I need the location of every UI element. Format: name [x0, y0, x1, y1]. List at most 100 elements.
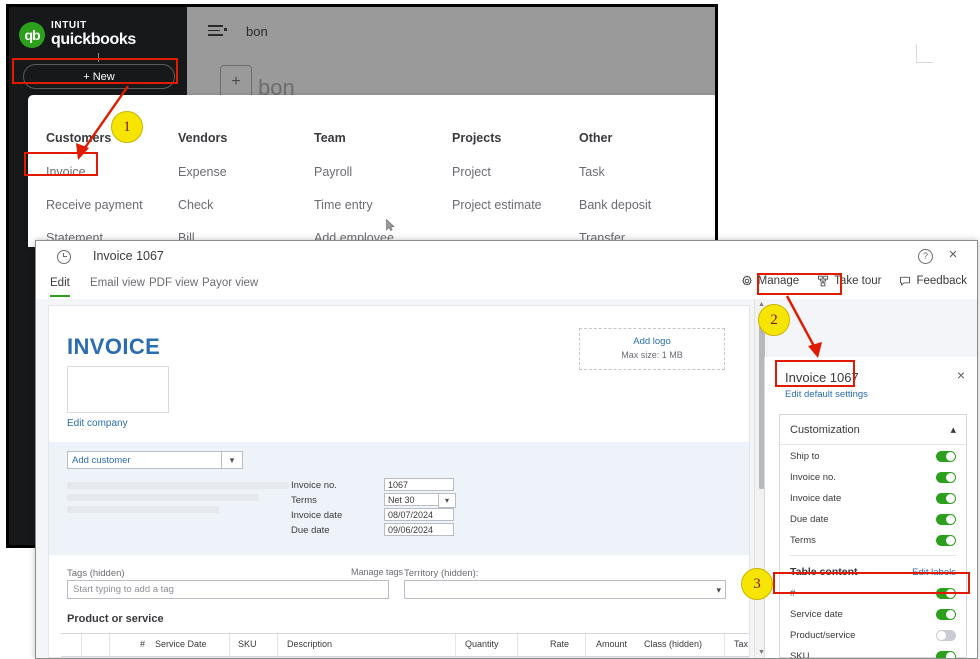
- new-menu-item-task[interactable]: Task: [579, 165, 651, 179]
- step-badge-3: 3: [741, 568, 773, 600]
- row-label: SKU: [790, 651, 810, 659]
- new-menu-item-project[interactable]: Project: [452, 165, 542, 179]
- new-button[interactable]: + New: [23, 64, 175, 89]
- number-column-toggle[interactable]: [936, 588, 956, 599]
- chevron-down-icon[interactable]: ▾: [716, 585, 721, 596]
- close-icon[interactable]: ×: [945, 247, 961, 263]
- invoice-body: INVOICE Edit company Add logo Max size: …: [36, 299, 977, 658]
- step-badge-1: 1: [111, 111, 143, 143]
- row-label: Terms: [790, 535, 816, 546]
- add-logo-dropzone[interactable]: Add logo Max size: 1 MB: [579, 328, 725, 370]
- edit-company-link[interactable]: Edit company: [67, 418, 128, 429]
- toggle-row-invoice-no[interactable]: Invoice no.: [780, 467, 966, 488]
- new-menu-item-project-estimate[interactable]: Project estimate: [452, 198, 542, 212]
- tab-payor-view[interactable]: Payor view: [202, 277, 258, 295]
- toggle-row-terms[interactable]: Terms: [780, 530, 966, 551]
- gear-icon: [741, 275, 752, 286]
- intuit-wordmark: INTUIT: [51, 20, 87, 31]
- customization-title: Customization: [790, 423, 860, 436]
- take-tour-button[interactable]: Take tour: [817, 275, 881, 287]
- invoice-date-input[interactable]: 08/07/2024: [384, 508, 454, 521]
- hamburger-dot-icon: [224, 28, 227, 31]
- hamburger-menu-icon[interactable]: [208, 25, 223, 36]
- customization-rows: Ship to Invoice no. Invoice date Due dat…: [780, 446, 966, 659]
- new-menu-item-invoice[interactable]: Invoice: [46, 165, 143, 179]
- manage-tags-link[interactable]: Manage tags: [351, 567, 403, 577]
- chevron-up-icon[interactable]: ▴: [950, 423, 956, 436]
- add-customer-placeholder: Add customer: [72, 454, 131, 466]
- table-content-title: Table content: [790, 566, 858, 578]
- new-menu-item-receive-payment[interactable]: Receive payment: [46, 198, 143, 212]
- column-divider: [724, 634, 725, 656]
- manage-button[interactable]: Manage: [741, 275, 800, 287]
- corner-crop-mark: [916, 44, 933, 63]
- invoice-window-title: Invoice 1067: [93, 249, 164, 263]
- feedback-button[interactable]: Feedback: [899, 275, 967, 287]
- territory-select[interactable]: ▾: [404, 580, 726, 599]
- column-divider: [229, 634, 230, 656]
- edit-labels-link[interactable]: Edit labels: [912, 567, 956, 578]
- feedback-label: Feedback: [916, 275, 967, 287]
- service-date-toggle[interactable]: [936, 609, 956, 620]
- invoice-heading: INVOICE: [67, 334, 161, 359]
- toggle-row-service-date[interactable]: Service date: [780, 604, 966, 625]
- side-panel-close-icon[interactable]: ×: [957, 367, 965, 383]
- tab-edit[interactable]: Edit: [50, 277, 70, 297]
- tab-pdf-view[interactable]: PDF view: [149, 277, 198, 295]
- customer-band: Add customer ▾ Invoice no. 1067 Terms Ne…: [49, 442, 749, 555]
- sku-toggle[interactable]: [936, 651, 956, 658]
- row-label: Ship to: [790, 451, 820, 462]
- edit-default-settings-link[interactable]: Edit default settings: [785, 389, 868, 400]
- add-customer-select[interactable]: Add customer ▾: [67, 451, 243, 469]
- due-date-toggle[interactable]: [936, 514, 956, 525]
- invoice-no-input[interactable]: 1067: [384, 478, 454, 491]
- tags-input[interactable]: Start typing to add a tag: [67, 580, 389, 599]
- invoice-titlebar: Invoice 1067 ? ×: [36, 241, 977, 271]
- product-service-toggle[interactable]: [936, 630, 956, 641]
- field-label: Terms: [291, 495, 317, 506]
- new-menu-item-expense[interactable]: Expense: [178, 165, 227, 179]
- row-label: Invoice no.: [790, 472, 836, 483]
- toggle-row-number[interactable]: #: [780, 583, 966, 604]
- feedback-icon: [900, 276, 911, 286]
- due-date-input[interactable]: 09/06/2024: [384, 523, 454, 536]
- new-menu-item-bank-deposit[interactable]: Bank deposit: [579, 198, 651, 212]
- toggle-row-product-service[interactable]: Product/service: [780, 625, 966, 646]
- column-divider: [455, 634, 456, 656]
- invoice-preview-canvas: INVOICE Edit company Add logo Max size: …: [48, 305, 750, 658]
- side-panel-title: Invoice 1067: [785, 370, 859, 385]
- th-sku: SKU: [238, 639, 257, 649]
- customization-card-header[interactable]: Customization ▴: [780, 415, 966, 445]
- terms-toggle[interactable]: [936, 535, 956, 546]
- th-rate: Rate: [550, 639, 570, 649]
- qb-logo-mark-icon: qb: [19, 21, 45, 48]
- topbar-company-name: bon: [246, 24, 268, 39]
- step-badge-2: 2: [758, 304, 790, 336]
- manage-label: Manage: [757, 275, 800, 287]
- ship-to-toggle[interactable]: [936, 451, 956, 462]
- tab-email-view[interactable]: Email view: [90, 277, 145, 295]
- toggle-row-sku[interactable]: SKU: [780, 646, 966, 659]
- address-skeleton-line: [67, 506, 219, 513]
- chevron-down-icon[interactable]: ▾: [221, 451, 243, 469]
- company-avatar-tile[interactable]: +: [220, 65, 252, 98]
- new-menu-item-time-entry[interactable]: Time entry: [314, 198, 394, 212]
- help-icon[interactable]: ?: [918, 249, 933, 264]
- new-menu-item-check[interactable]: Check: [178, 198, 227, 212]
- invoice-action-bar: Manage Take tour Feedback: [741, 275, 967, 287]
- new-menu-heading: Other: [579, 131, 613, 145]
- th-number: #: [140, 639, 146, 649]
- invoice-date-toggle[interactable]: [936, 493, 956, 504]
- tags-label: Tags (hidden): [67, 568, 125, 579]
- new-menu-item-payroll[interactable]: Payroll: [314, 165, 394, 179]
- invoice-no-toggle[interactable]: [936, 472, 956, 483]
- toggle-row-ship-to[interactable]: Ship to: [780, 446, 966, 467]
- th-amount: Amount: [596, 639, 628, 649]
- chevron-down-icon[interactable]: ▾: [438, 493, 456, 508]
- history-clock-icon[interactable]: [57, 250, 71, 264]
- toggle-row-due-date[interactable]: Due date: [780, 509, 966, 530]
- customization-side-panel: Invoice 1067 Edit default settings × Cus…: [764, 357, 977, 658]
- toggle-row-invoice-date[interactable]: Invoice date: [780, 488, 966, 509]
- company-logo-placeholder[interactable]: [67, 366, 169, 413]
- customization-card: Customization ▴ Ship to Invoice no. Invo…: [779, 414, 967, 658]
